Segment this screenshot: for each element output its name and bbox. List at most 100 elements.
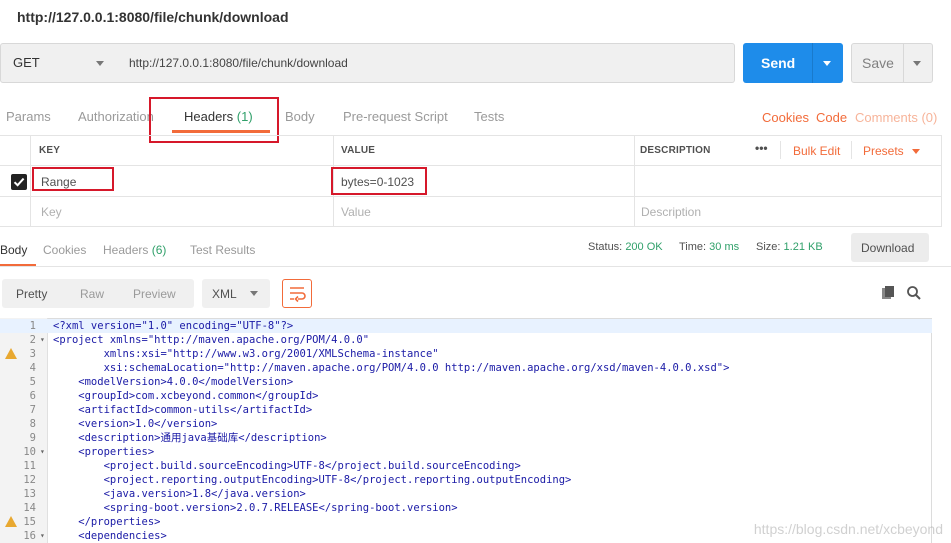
line-number: 16	[23, 530, 36, 542]
line-number: 1	[29, 320, 36, 332]
code-link[interactable]: Code	[816, 110, 847, 125]
search-icon[interactable]	[906, 285, 922, 304]
table-col-divider	[30, 135, 31, 226]
code-text: <spring-boot.version>2.0.7.RELEASE</spri…	[53, 502, 458, 514]
send-label: Send	[761, 55, 796, 71]
save-label: Save	[862, 55, 894, 71]
code-text: <description>通用java基础库</description>	[53, 432, 327, 444]
code-line: 4 xsi:schemaLocation="http://maven.apach…	[0, 361, 932, 375]
code-text: <version>1.0</version>	[53, 418, 218, 430]
line-number: 13	[23, 488, 36, 500]
code-line: 9 <description>通用java基础库</description>	[0, 431, 932, 445]
line-number: 4	[29, 362, 36, 374]
tab-authorization[interactable]: Authorization	[78, 109, 154, 124]
time-label: Time:	[679, 241, 707, 253]
tab-params[interactable]: Params	[6, 109, 51, 124]
warning-icon[interactable]	[5, 516, 17, 527]
table-bottom-border	[0, 226, 942, 227]
code-text: </properties>	[53, 516, 161, 528]
response-tab-headers-label: Headers	[103, 243, 149, 257]
tab-tests[interactable]: Tests	[474, 109, 504, 124]
code-text: <java.version>1.8</java.version>	[53, 488, 306, 500]
code-text: <artifactId>common-utils</artifactId>	[53, 404, 313, 416]
pretty-button[interactable]: Pretty	[16, 287, 47, 301]
copy-icon[interactable]	[880, 285, 896, 304]
code-text: xmlns:xsi="http://www.w3.org/2001/XMLSch…	[53, 348, 439, 360]
download-label: Download	[861, 241, 915, 255]
line-number: 11	[23, 460, 36, 472]
code-line: 7 <artifactId>common-utils</artifactId>	[0, 403, 932, 417]
column-header-value: VALUE	[341, 145, 376, 156]
code-text: <project xmlns="http://maven.apache.org/…	[53, 334, 370, 346]
watermark: https://blog.csdn.net/xcbeyond	[753, 521, 943, 537]
status-label: Status:	[588, 241, 623, 253]
code-lines: 1 <?xml version="1.0" encoding="UTF-8"?> 2…	[0, 319, 932, 543]
new-key-input[interactable]: Key	[41, 205, 62, 219]
presets-dropdown[interactable]: Presets	[863, 144, 904, 158]
response-tab-headers[interactable]: Headers (6)	[103, 243, 166, 257]
bulk-edit-link[interactable]: Bulk Edit	[793, 144, 840, 158]
line-number: 15	[23, 516, 36, 528]
save-options-chevron-down-icon[interactable]	[913, 61, 921, 66]
fold-chevron-icon[interactable]: ▾	[40, 445, 45, 459]
line-number: 10	[23, 446, 36, 458]
code-text: xsi:schemaLocation="http://maven.apache.…	[53, 362, 730, 374]
line-number: 8	[29, 418, 36, 430]
code-line: 5 <modelVersion>4.0.0</modelVersion>	[0, 375, 932, 389]
tab-prerequest-script[interactable]: Pre-request Script	[343, 109, 448, 124]
format-select-label: XML	[212, 287, 237, 301]
comments-link[interactable]: Comments (0)	[855, 110, 937, 125]
line-number: 2	[29, 334, 36, 346]
format-chevron-down-icon	[250, 291, 258, 296]
fold-chevron-icon[interactable]: ▾	[40, 529, 45, 543]
code-line: 10 ▾ <properties>	[0, 445, 932, 459]
check-icon	[13, 177, 25, 187]
table-row-border	[0, 196, 942, 197]
line-number: 14	[23, 502, 36, 514]
save-divider	[903, 43, 904, 83]
send-options-chevron-down-icon[interactable]	[823, 61, 831, 66]
toolbar-divider	[780, 141, 781, 159]
more-options-icon[interactable]: •••	[755, 141, 768, 155]
new-description-input[interactable]: Description	[641, 205, 701, 219]
status-value: 200 OK	[625, 241, 663, 253]
annotation-box-headers	[149, 97, 279, 143]
new-value-input[interactable]: Value	[341, 205, 371, 219]
table-top-border	[0, 135, 942, 136]
table-col-divider	[634, 135, 635, 226]
raw-button[interactable]: Raw	[80, 287, 104, 301]
code-line: 6 <groupId>com.xcbeyond.common</groupId>	[0, 389, 932, 403]
response-tab-test-results[interactable]: Test Results	[190, 243, 255, 257]
code-line: 1 <?xml version="1.0" encoding="UTF-8"?>	[0, 319, 932, 333]
table-col-divider	[941, 135, 942, 226]
warning-icon[interactable]	[5, 348, 17, 359]
method-chevron-down-icon	[96, 61, 104, 66]
response-tab-headers-count: (6)	[151, 243, 167, 257]
url-value: http://127.0.0.1:8080/file/chunk/downloa…	[129, 56, 348, 70]
preview-button[interactable]: Preview	[133, 287, 176, 301]
request-title: http://127.0.0.1:8080/file/chunk/downloa…	[17, 9, 289, 25]
column-header-key: KEY	[39, 145, 61, 156]
wrap-icon	[290, 287, 306, 303]
line-number: 3	[29, 348, 36, 360]
table-header-border	[0, 165, 942, 166]
code-line: 11 <project.build.sourceEncoding>UTF-8</…	[0, 459, 932, 473]
response-tab-body[interactable]: Body	[0, 243, 27, 257]
code-text: <project.build.sourceEncoding>UTF-8</pro…	[53, 460, 521, 472]
cookies-link[interactable]: Cookies	[762, 110, 809, 125]
response-size: Size: 1.21 KB	[756, 241, 823, 253]
wrap-lines-button[interactable]	[282, 279, 312, 308]
line-number: 5	[29, 376, 36, 388]
code-text: <project.reporting.outputEncoding>UTF-8<…	[53, 474, 572, 486]
toolbar-divider	[851, 141, 852, 159]
fold-chevron-icon[interactable]: ▾	[40, 333, 45, 347]
row-enabled-checkbox[interactable]	[11, 174, 27, 190]
tab-body[interactable]: Body	[285, 109, 315, 124]
code-text: <?xml version="1.0" encoding="UTF-8"?>	[53, 320, 294, 332]
line-number: 7	[29, 404, 36, 416]
column-header-description: DESCRIPTION	[640, 145, 711, 156]
send-divider	[812, 43, 813, 83]
response-tab-cookies[interactable]: Cookies	[43, 243, 86, 257]
line-number: 12	[23, 474, 36, 486]
size-value: 1.21 KB	[783, 241, 823, 253]
